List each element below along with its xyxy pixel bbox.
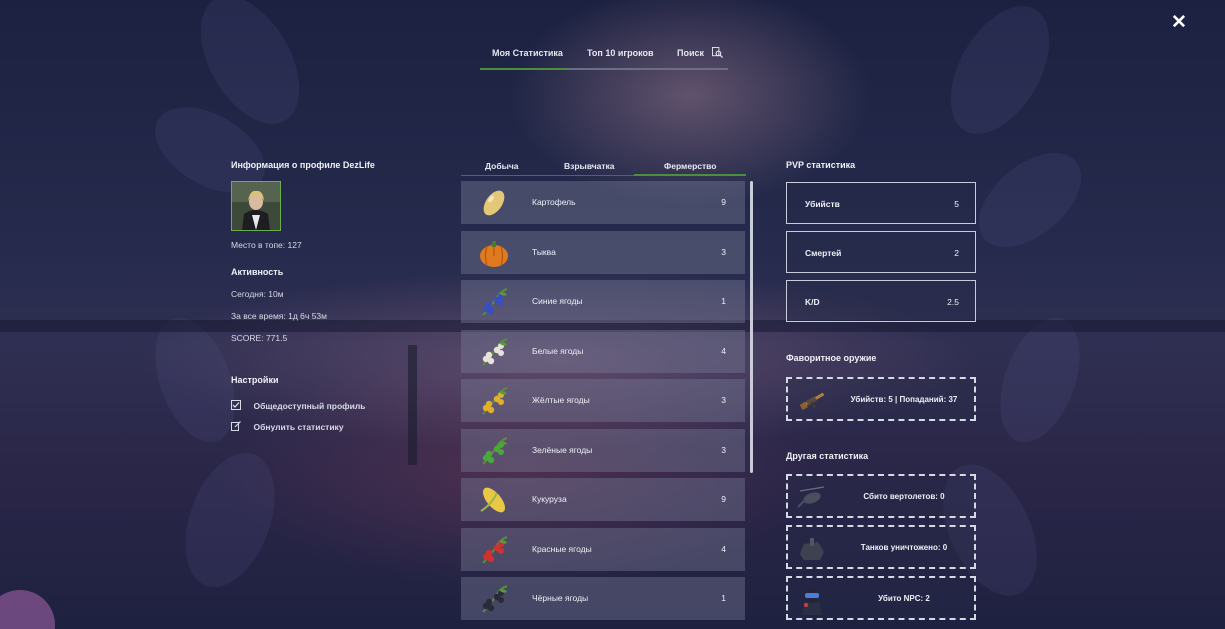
today-text: Сегодня: 10м [231, 289, 284, 299]
farming-item-name: Белые ягоды [532, 346, 584, 356]
search-icon[interactable] [712, 47, 723, 58]
top-tabs: Моя Статистика Топ 10 игроков Поиск [480, 44, 728, 70]
farming-item-name: Картофель [532, 197, 576, 207]
pumpkin-icon [480, 241, 508, 267]
tab-farming[interactable]: Фермерство [664, 161, 716, 171]
farming-item-value: 9 [721, 197, 726, 207]
kd-box: K/D 2.5 [786, 280, 976, 322]
farming-item-value: 4 [721, 346, 726, 356]
farming-item-name: Тыква [532, 247, 556, 257]
farming-row[interactable]: Тыква 3 [461, 231, 745, 274]
tab-my-stats[interactable]: Моя Статистика [492, 48, 563, 58]
farming-item-value: 3 [721, 247, 726, 257]
farming-item-name: Зелёные ягоды [532, 445, 593, 455]
farming-item-value: 9 [721, 494, 726, 504]
farming-row[interactable]: Кукуруза 9 [461, 478, 745, 521]
public-profile-label: Общедоступный профиль [253, 401, 366, 411]
farming-item-name: Красные ягоды [532, 544, 592, 554]
berry-icon [482, 585, 508, 613]
potato-icon [483, 190, 505, 216]
kills-label: Убийств [805, 199, 840, 209]
settings-title: Настройки [231, 375, 279, 385]
scrollbar[interactable] [750, 181, 753, 473]
reset-stats-option[interactable]: Обнулить статистику [231, 417, 344, 435]
farming-row[interactable]: Красные ягоды 4 [461, 528, 745, 571]
tab-search[interactable]: Поиск [677, 48, 704, 58]
score-text: SCORE: 771.5 [231, 333, 288, 343]
farming-item-value: 3 [721, 445, 726, 455]
edit-icon[interactable] [231, 420, 241, 431]
rank-text: Место в топе: 127 [231, 240, 302, 250]
pvp-title: PVP статистика [786, 160, 856, 170]
helicopter-icon [797, 486, 825, 508]
kd-value: 2.5 [947, 297, 959, 307]
deaths-box: Смертей 2 [786, 231, 976, 273]
farming-item-value: 1 [721, 593, 726, 603]
checkbox-checked-icon[interactable] [231, 399, 241, 410]
tab-top-10[interactable]: Топ 10 игроков [587, 48, 654, 58]
tab-explosives[interactable]: Взрывчатка [564, 161, 615, 171]
farming-item-name: Жёлтые ягоды [532, 395, 590, 405]
farming-item-value: 4 [721, 544, 726, 554]
berry-icon [482, 387, 508, 415]
kills-value: 5 [954, 199, 959, 209]
active-tab-indicator [480, 68, 568, 70]
avatar [231, 181, 281, 231]
farming-row[interactable]: Синие ягоды 1 [461, 280, 745, 323]
deaths-label: Смертей [805, 248, 842, 258]
farming-row[interactable]: Зелёные ягоды 3 [461, 429, 745, 472]
deaths-value: 2 [954, 248, 959, 258]
corn-icon [480, 487, 506, 513]
tanks-text: Танков уничтожено: 0 [860, 543, 948, 552]
kills-box: Убийств 5 [786, 182, 976, 224]
berry-icon [482, 536, 508, 564]
reset-stats-label: Обнулить статистику [253, 422, 344, 432]
helicopters-text: Сбито вертолетов: 0 [863, 492, 945, 501]
farming-row[interactable]: Картофель 9 [461, 181, 745, 224]
profile-title: Информация о профиле DezLife [231, 160, 375, 170]
close-icon[interactable]: ✕ [1170, 13, 1188, 32]
kd-label: K/D [805, 297, 820, 307]
farming-row[interactable]: Белые ягоды 4 [461, 330, 745, 373]
farming-item-value: 3 [721, 395, 726, 405]
tank-icon [800, 538, 824, 560]
farming-row[interactable]: Чёрные ягоды 1 [461, 577, 745, 620]
npc-text: Убито NPC: 2 [878, 594, 930, 603]
berry-icon [482, 338, 508, 366]
favorite-weapon-title: Фаворитное оружие [786, 353, 877, 363]
farming-row[interactable]: Жёлтые ягоды 3 [461, 379, 745, 422]
npc-soldier-icon [802, 587, 822, 615]
farming-item-name: Кукуруза [532, 494, 567, 504]
activity-title: Активность [231, 267, 284, 277]
favorite-weapon-box: Убийств: 5 | Попаданий: 37 [786, 377, 976, 421]
other-stats-title: Другая статистика [786, 451, 869, 461]
berry-icon [482, 288, 508, 316]
berry-icon [482, 437, 508, 465]
farming-item-name: Чёрные ягоды [532, 593, 589, 603]
farming-item-name: Синие ягоды [532, 296, 583, 306]
all-time-text: За все время: 1д 6ч 53м [231, 311, 327, 321]
tab-gathering[interactable]: Добыча [485, 161, 519, 171]
tanks-box: Танков уничтожено: 0 [786, 525, 976, 569]
helicopters-box: Сбито вертолетов: 0 [786, 474, 976, 518]
farming-item-value: 1 [721, 296, 726, 306]
active-category-indicator [634, 174, 746, 176]
public-profile-option[interactable]: Общедоступный профиль [231, 396, 365, 414]
favorite-weapon-text: Убийств: 5 | Попаданий: 37 [850, 395, 958, 404]
npc-box: Убито NPC: 2 [786, 576, 976, 620]
rifle-icon [799, 392, 825, 410]
profile-panel: Информация о профиле DezLife Место в топ… [231, 160, 431, 432]
category-tabs: Добыча Взрывчатка Фермерство [461, 156, 746, 176]
